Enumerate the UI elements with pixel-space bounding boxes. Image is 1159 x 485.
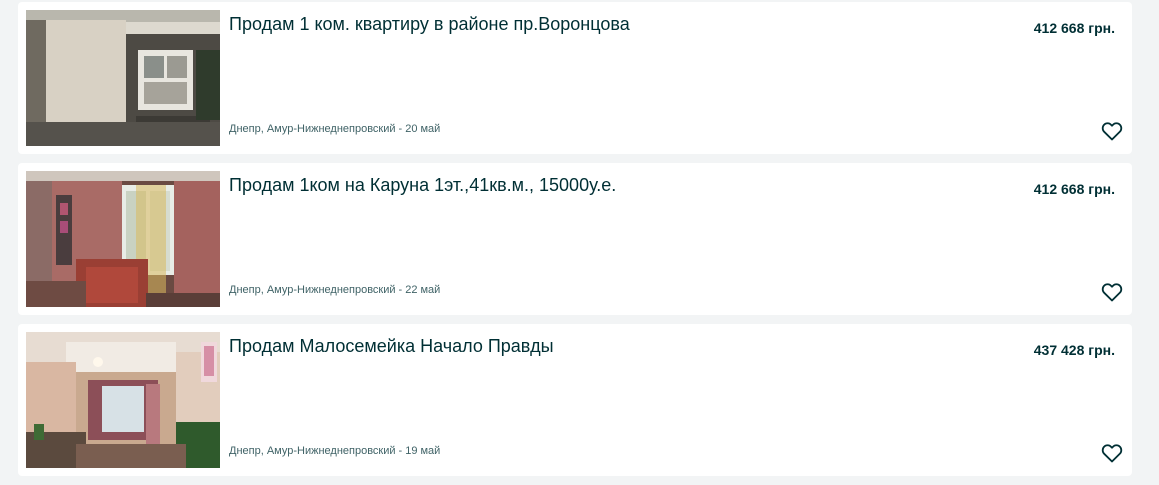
- heart-outline-icon: [1101, 283, 1123, 302]
- listing-photo[interactable]: [26, 10, 220, 146]
- listing-location: Днепр, Амур-Нижнеднепровский: [229, 123, 396, 135]
- listing-photo[interactable]: [26, 171, 220, 307]
- listing-photo[interactable]: [26, 332, 220, 468]
- favorite-button[interactable]: [1100, 280, 1124, 304]
- listing-title[interactable]: Продам 1ком на Каруна 1эт.,41кв.м., 1500…: [229, 175, 616, 196]
- listing-meta: Днепр, Амур-Нижнеднепровский -22 май: [229, 284, 440, 296]
- listing-title[interactable]: Продам 1 ком. квартиру в районе пр.Ворон…: [229, 14, 630, 35]
- favorite-button[interactable]: [1100, 119, 1124, 143]
- listing-meta: Днепр, Амур-Нижнеднепровский -19 май: [229, 445, 440, 457]
- listing-date: 20 май: [405, 123, 441, 135]
- listing-location: Днепр, Амур-Нижнеднепровский: [229, 284, 396, 296]
- listing-meta: Днепр, Амур-Нижнеднепровский -20 май: [229, 123, 440, 135]
- listing-title[interactable]: Продам Малосемейка Начало Правды: [229, 336, 554, 357]
- listing-card[interactable]: Продам Малосемейка Начало Правды 437 428…: [18, 324, 1132, 476]
- favorite-button[interactable]: [1100, 441, 1124, 465]
- listing-date: 22 май: [405, 284, 441, 296]
- listing-card[interactable]: Продам 1ком на Каруна 1эт.,41кв.м., 1500…: [18, 163, 1132, 315]
- listing-price: 437 428 грн.: [1033, 342, 1115, 358]
- heart-outline-icon: [1101, 444, 1123, 463]
- listing-date: 19 май: [405, 445, 441, 457]
- listing-card[interactable]: Продам 1 ком. квартиру в районе пр.Ворон…: [18, 2, 1132, 154]
- meta-separator: -: [398, 445, 403, 457]
- listing-location: Днепр, Амур-Нижнеднепровский: [229, 445, 396, 457]
- heart-outline-icon: [1101, 122, 1123, 141]
- listings-list: Продам 1 ком. квартиру в районе пр.Ворон…: [18, 2, 1132, 485]
- room-interior-photo: [26, 332, 220, 468]
- meta-separator: -: [398, 284, 403, 296]
- listing-price: 412 668 грн.: [1033, 181, 1115, 197]
- house-exterior-photo: [26, 10, 220, 146]
- listing-price: 412 668 грн.: [1033, 20, 1115, 36]
- meta-separator: -: [398, 123, 403, 135]
- living-room-curtains-photo: [26, 171, 220, 307]
